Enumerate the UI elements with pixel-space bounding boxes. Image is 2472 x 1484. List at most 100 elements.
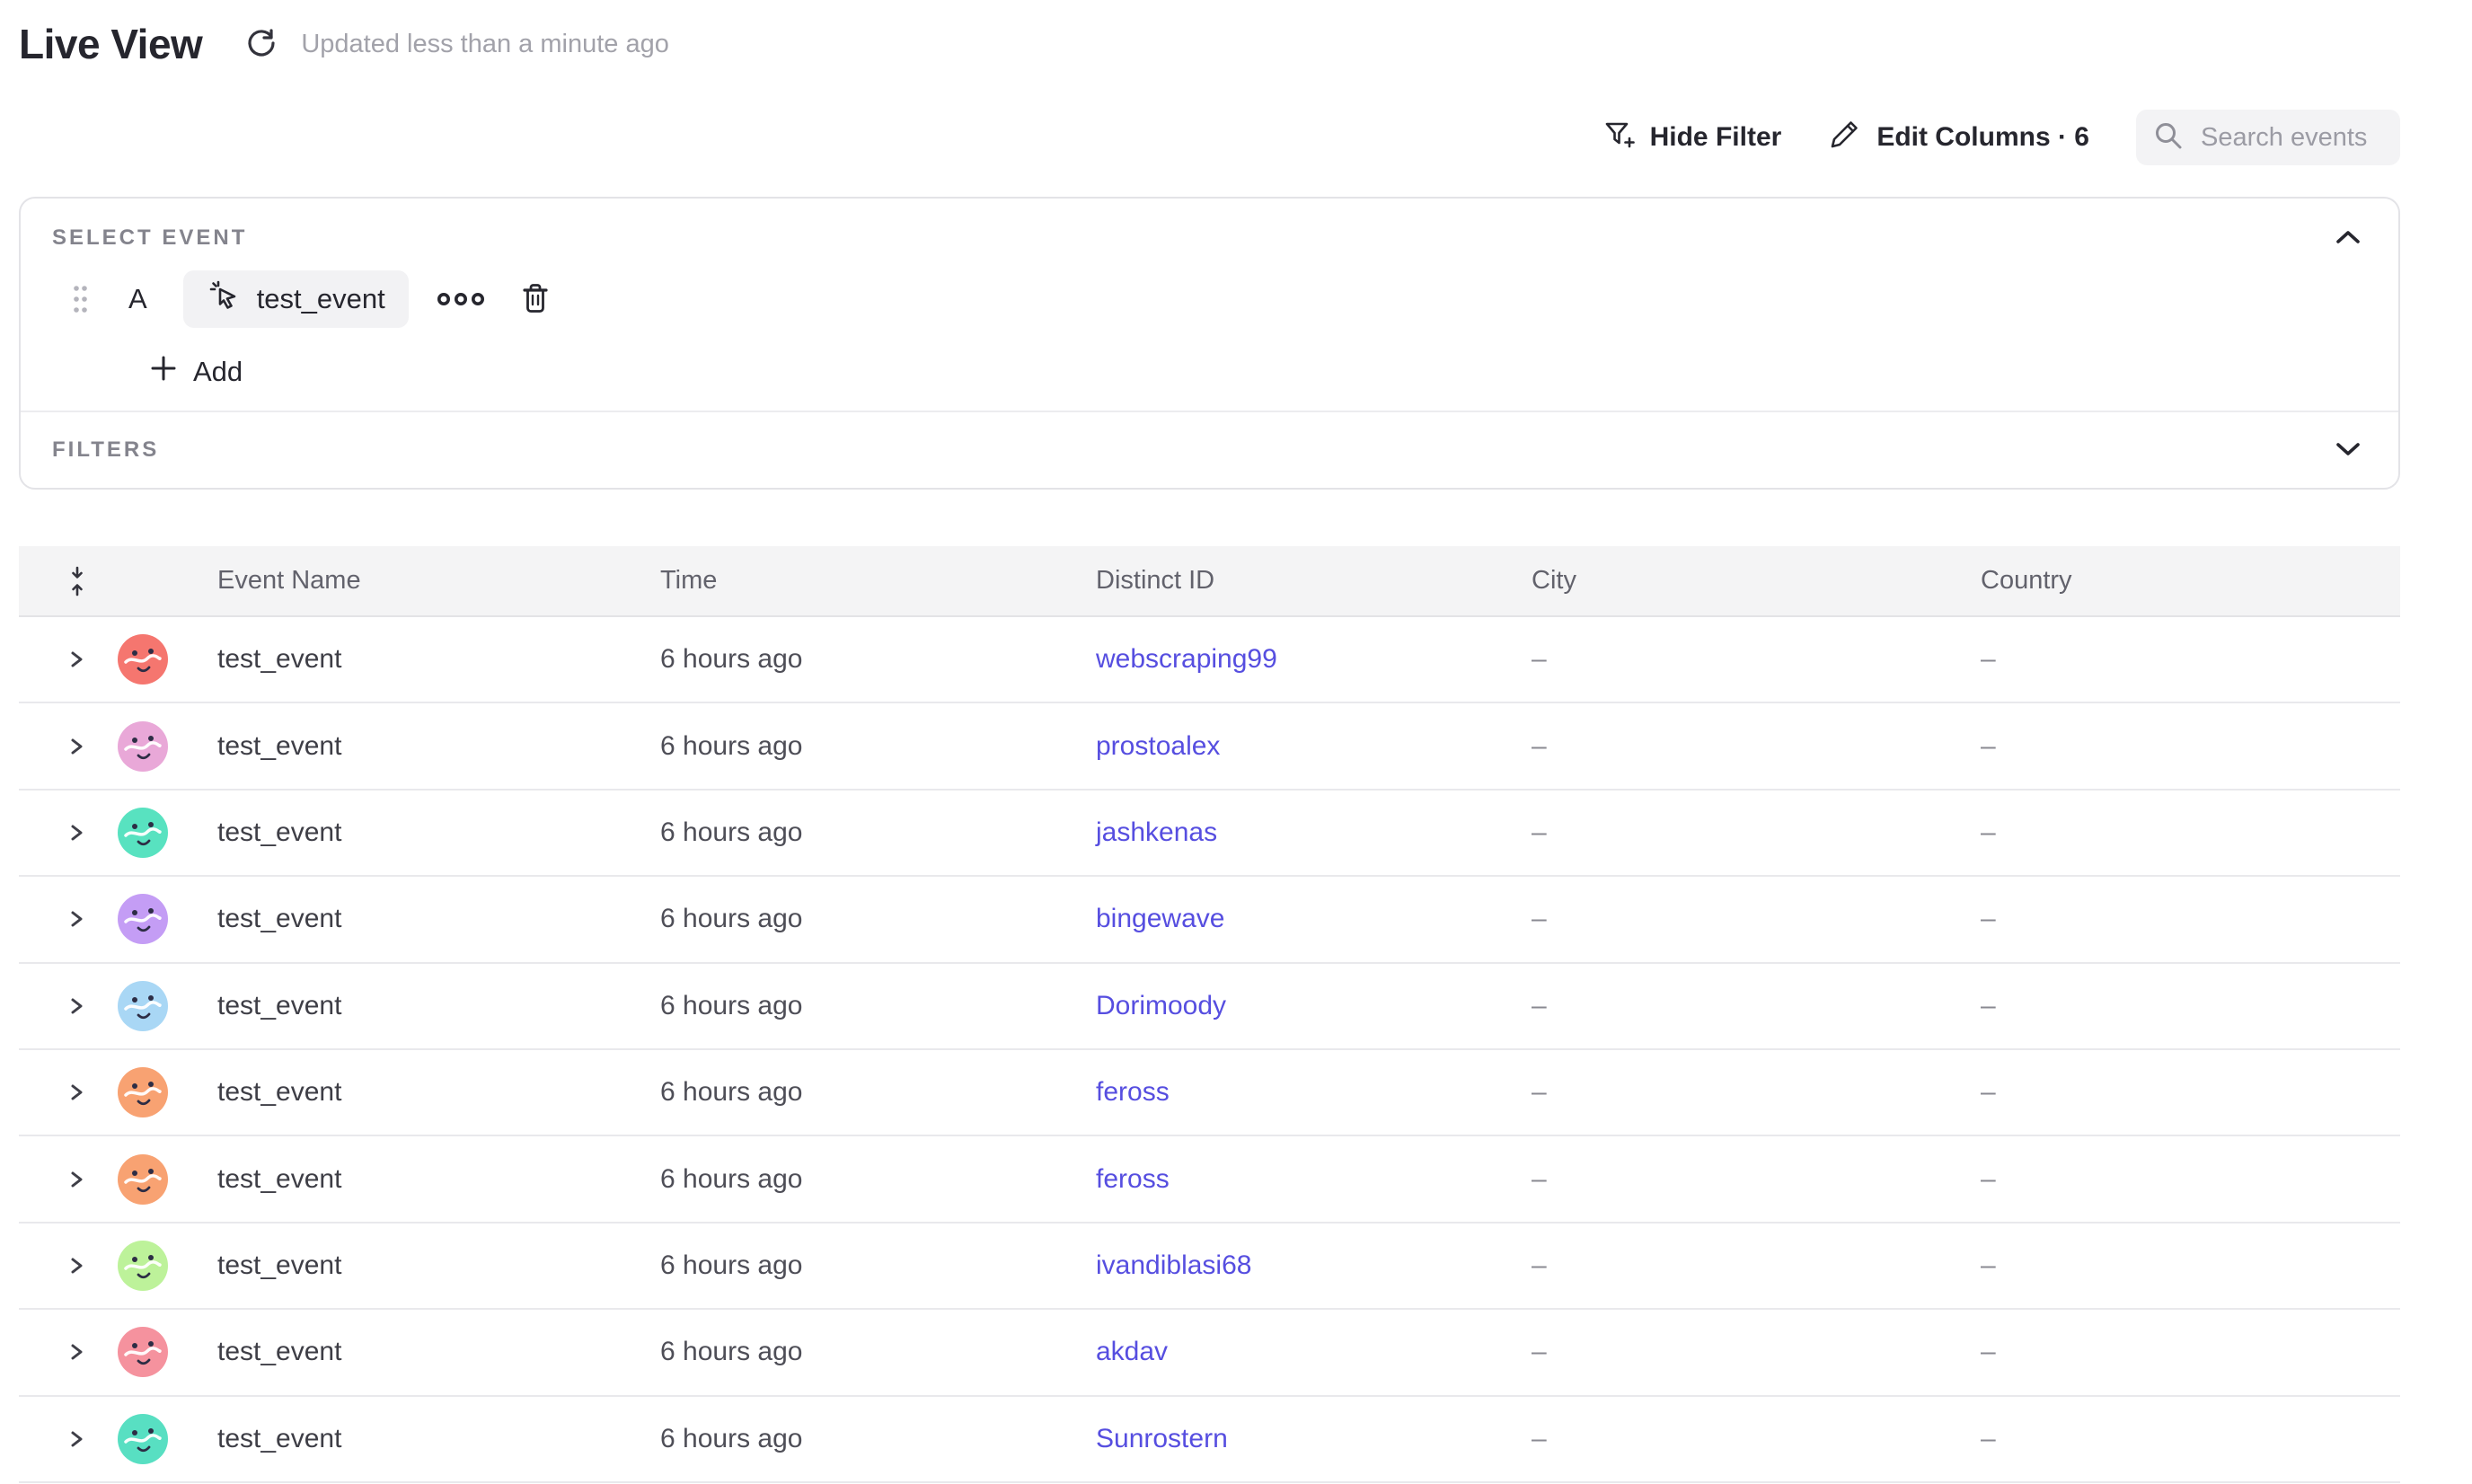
table-row: test_event 6 hours ago webscraping99 – –	[19, 617, 2400, 703]
chevron-down-icon	[2334, 440, 2362, 461]
page-title: Live View	[19, 20, 202, 68]
cursor-click-icon	[207, 278, 243, 321]
row-expand-chevron-right-icon[interactable]	[66, 1167, 87, 1192]
live-view-page: Live View Updated less than a minute ago…	[0, 0, 2472, 1484]
distinct-id-link[interactable]: prostoalex	[1096, 731, 1220, 762]
pencil-icon	[1828, 117, 1862, 158]
column-header-time: Time	[660, 566, 1096, 596]
cell-country: –	[1981, 644, 2400, 675]
table-row: test_event 6 hours ago bingewave – –	[19, 877, 2400, 963]
cell-event-name: test_event	[217, 817, 660, 848]
edit-columns-button[interactable]: Edit Columns · 6	[1828, 117, 2089, 158]
expand-filters-button[interactable]	[2334, 440, 2362, 461]
row-expand-chevron-right-icon[interactable]	[66, 1427, 87, 1452]
refresh-button[interactable]	[245, 27, 278, 62]
row-expand-chevron-right-icon[interactable]	[66, 734, 87, 759]
cell-time: 6 hours ago	[660, 1337, 1096, 1367]
cell-country: –	[1981, 1337, 2400, 1367]
column-header-event-name: Event Name	[217, 566, 660, 596]
refresh-icon	[245, 27, 278, 62]
cell-time: 6 hours ago	[660, 1164, 1096, 1195]
cell-time: 6 hours ago	[660, 644, 1096, 675]
toolbar: Hide Filter Edit Columns · 6	[1602, 110, 2400, 165]
hide-filter-button[interactable]: Hide Filter	[1602, 117, 1782, 158]
distinct-id-link[interactable]: webscraping99	[1096, 644, 1277, 675]
cell-event-name: test_event	[217, 731, 660, 762]
distinct-id-link[interactable]: Dorimoody	[1096, 991, 1226, 1021]
cell-country: –	[1981, 1424, 2400, 1454]
cell-country: –	[1981, 731, 2400, 762]
table-row: test_event 6 hours ago feross – –	[19, 1050, 2400, 1136]
avatar	[118, 1414, 168, 1464]
collapse-select-event-button[interactable]	[2334, 228, 2362, 249]
cell-city: –	[1532, 817, 1981, 848]
collapse-rows-icon[interactable]	[66, 566, 89, 596]
table-row: test_event 6 hours ago jashkenas – –	[19, 791, 2400, 877]
table-row: test_event 6 hours ago prostoalex – –	[19, 703, 2400, 790]
cell-time: 6 hours ago	[660, 904, 1096, 934]
cell-city: –	[1532, 1250, 1981, 1281]
search-box[interactable]	[2136, 110, 2400, 165]
add-event-button[interactable]: Add	[150, 355, 243, 389]
search-icon	[2152, 119, 2185, 156]
distinct-id-link[interactable]: Sunrostern	[1096, 1424, 1228, 1454]
query-panel: SELECT EVENT A	[19, 197, 2400, 490]
row-expand-chevron-right-icon[interactable]	[66, 994, 87, 1019]
cell-event-name: test_event	[217, 1337, 660, 1367]
distinct-id-link[interactable]: ivandiblasi68	[1096, 1250, 1251, 1281]
cell-event-name: test_event	[217, 904, 660, 934]
column-header-country: Country	[1981, 566, 2400, 596]
more-options-icon[interactable]	[436, 290, 486, 308]
cell-country: –	[1981, 1250, 2400, 1281]
cell-event-name: test_event	[217, 1077, 660, 1108]
page-header: Live View Updated less than a minute ago	[19, 20, 669, 68]
plus-icon	[150, 355, 177, 389]
cell-event-name: test_event	[217, 1250, 660, 1281]
distinct-id-link[interactable]: akdav	[1096, 1337, 1168, 1367]
row-expand-chevron-right-icon[interactable]	[66, 647, 87, 672]
cell-city: –	[1532, 1424, 1981, 1454]
row-expand-chevron-right-icon[interactable]	[66, 906, 87, 932]
cell-event-name: test_event	[217, 991, 660, 1021]
cell-country: –	[1981, 1077, 2400, 1108]
cell-city: –	[1532, 1077, 1981, 1108]
row-expand-chevron-right-icon[interactable]	[66, 820, 87, 845]
distinct-id-link[interactable]: feross	[1096, 1077, 1170, 1108]
table-row: test_event 6 hours ago ivandiblasi68 – –	[19, 1223, 2400, 1310]
avatar	[118, 721, 168, 772]
cell-country: –	[1981, 817, 2400, 848]
avatar	[118, 981, 168, 1031]
row-expand-chevron-right-icon[interactable]	[66, 1339, 87, 1365]
cell-country: –	[1981, 991, 2400, 1021]
cell-time: 6 hours ago	[660, 731, 1096, 762]
trash-icon[interactable]	[520, 282, 551, 316]
cell-city: –	[1532, 1337, 1981, 1367]
cell-country: –	[1981, 1164, 2400, 1195]
event-query-row: A test_event	[73, 270, 2398, 328]
row-expand-chevron-right-icon[interactable]	[66, 1253, 87, 1278]
drag-handle-icon[interactable]	[73, 281, 89, 317]
hide-filter-label: Hide Filter	[1650, 122, 1782, 153]
distinct-id-link[interactable]: bingewave	[1096, 904, 1224, 934]
column-header-city: City	[1532, 566, 1981, 596]
table-body: test_event 6 hours ago webscraping99 – –…	[19, 617, 2400, 1483]
filters-section: FILTERS	[21, 411, 2398, 488]
cell-event-name: test_event	[217, 644, 660, 675]
distinct-id-link[interactable]: jashkenas	[1096, 817, 1217, 848]
event-sequence-letter: A	[128, 283, 147, 315]
avatar	[118, 1154, 168, 1205]
row-expand-chevron-right-icon[interactable]	[66, 1080, 87, 1105]
table-row: test_event 6 hours ago akdav – –	[19, 1310, 2400, 1396]
event-selector-chip[interactable]: test_event	[183, 270, 409, 328]
select-event-label: SELECT EVENT	[52, 225, 247, 251]
add-button-label: Add	[193, 356, 243, 388]
search-input[interactable]	[2199, 122, 2384, 154]
avatar	[118, 894, 168, 944]
filters-label: FILTERS	[52, 437, 159, 463]
distinct-id-link[interactable]: feross	[1096, 1164, 1170, 1195]
cell-time: 6 hours ago	[660, 991, 1096, 1021]
table-row: test_event 6 hours ago feross – –	[19, 1136, 2400, 1223]
cell-city: –	[1532, 991, 1981, 1021]
events-table: Event Name Time Distinct ID City Country…	[19, 546, 2400, 1483]
filter-plus-icon	[1602, 117, 1636, 158]
